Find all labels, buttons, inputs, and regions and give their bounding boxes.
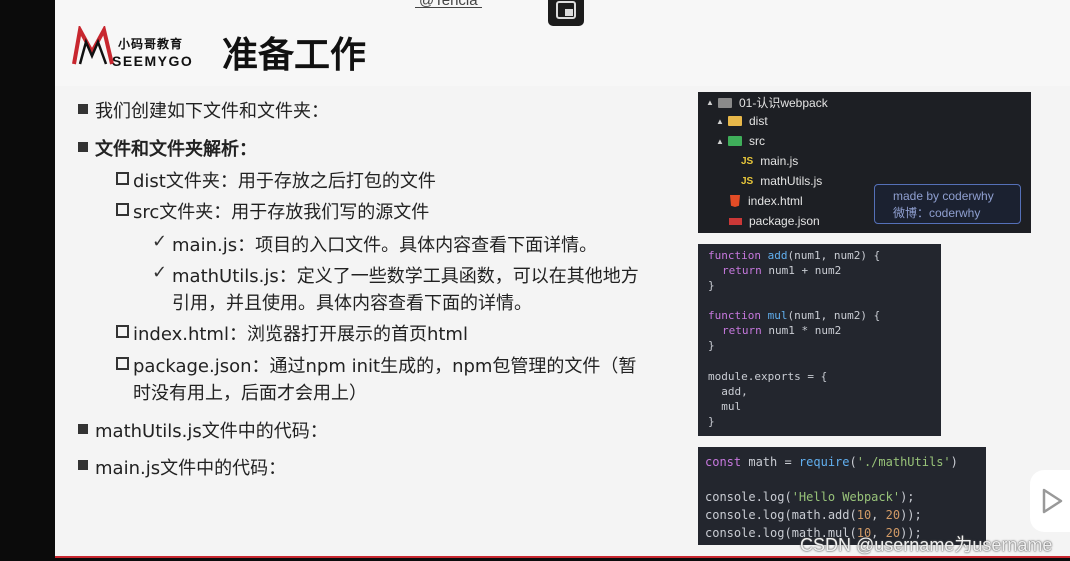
expand-triangle-icon: ▲ [706, 98, 714, 107]
code-token: (num1, num2) { [787, 249, 881, 262]
square-bullet [78, 424, 88, 434]
square-bullet [78, 460, 88, 470]
square-bullet [78, 104, 88, 114]
code-token: 10 [856, 508, 872, 522]
hollow-bullet [116, 172, 129, 185]
logo-top-text: 小码哥教育 [118, 37, 184, 51]
video-top-title: @Tencia [415, 0, 482, 9]
code-token: function [708, 249, 761, 262]
folder-icon [728, 136, 742, 146]
text-line: main.js文件中的代码： [95, 458, 287, 479]
play-icon [1042, 488, 1063, 514]
text-line: index.html：浏览器打开展示的首页html [133, 324, 468, 345]
code-token: return [722, 264, 762, 277]
tree-item-root[interactable]: ▲ 01-认识webpack [706, 94, 828, 111]
code-token: } [708, 339, 715, 352]
tree-item-src[interactable]: ▲ src [716, 134, 765, 148]
file-tree-panel: ▲ 01-认识webpack ▲ dist ▲ src JS main.js J… [698, 92, 1031, 233]
code-token: const [705, 455, 742, 469]
logo-bottom-text: SEEMYGO [112, 53, 194, 69]
code-token: module.exports = { [708, 370, 828, 383]
html5-icon [730, 195, 740, 207]
hollow-bullet [116, 325, 129, 338]
hollow-bullet [116, 357, 129, 370]
text-line: 时没有用上，后面才会用上） [133, 383, 367, 404]
code-token: function [708, 309, 761, 322]
code-token: './mathUtils' [856, 455, 951, 469]
tree-label: mathUtils.js [760, 174, 823, 188]
text-line: src文件夹：用于存放我们写的源文件 [133, 202, 430, 223]
code-token: mul [767, 309, 788, 322]
code-token: add, [708, 385, 748, 398]
logo-mark-icon [72, 26, 114, 65]
code-token: return [722, 324, 762, 337]
text-line: 我们创建如下文件和文件夹： [95, 101, 329, 122]
author-watermark: made by coderwhy 微博：coderwhy [874, 184, 1021, 224]
code-token: , [871, 508, 886, 522]
check-icon: ✓ [152, 262, 168, 283]
tree-item-dist[interactable]: ▲ dist [716, 114, 768, 128]
text-line: mathUtils.js：定义了一些数学工具函数，可以在其他地方 [172, 266, 639, 287]
text-line: dist文件夹：用于存放之后打包的文件 [133, 171, 436, 192]
tree-item-index-html[interactable]: index.html [730, 194, 803, 208]
tree-item-mathutils-js[interactable]: JS mathUtils.js [741, 174, 822, 188]
code-token: add [767, 249, 788, 262]
text-line: 引用，并且使用。具体内容查看下面的详情。 [172, 293, 532, 314]
code-token: ) [950, 455, 958, 469]
npm-icon [729, 217, 742, 225]
code-token: (num1, num2) { [787, 309, 881, 322]
text-line: mathUtils.js文件中的代码： [95, 421, 328, 442]
tree-label: dist [749, 114, 768, 128]
code-token: 'Hello Webpack' [791, 490, 901, 504]
tree-item-package-json[interactable]: package.json [729, 214, 820, 228]
code-token: } [708, 279, 715, 292]
text-line: package.json：通过npm init生成的，npm包管理的文件（暂 [133, 356, 637, 377]
picture-in-picture-icon [556, 1, 576, 19]
picture-in-picture-button[interactable] [548, 0, 584, 26]
folder-icon [728, 116, 742, 126]
code-token: 20 [885, 508, 901, 522]
watermark-line: 微博：coderwhy [893, 206, 981, 220]
text-line: main.js：项目的入口文件。具体内容查看下面详情。 [172, 235, 598, 256]
code-token: console.log( [705, 490, 792, 504]
js-file-icon: JS [741, 175, 754, 187]
expand-triangle-icon: ▲ [716, 116, 724, 126]
folder-icon [718, 97, 732, 108]
tree-item-main-js[interactable]: JS main.js [741, 154, 798, 168]
code-token: require [798, 455, 850, 469]
code-token: num1 + num2 [761, 264, 842, 277]
tree-label: 01-认识webpack [739, 96, 828, 110]
square-bullet [78, 142, 88, 152]
page-title: 准备工作 [222, 35, 367, 76]
tree-label: package.json [749, 214, 820, 228]
code-token: mul [708, 400, 742, 413]
text-line-heading: 文件和文件夹解析： [95, 139, 257, 160]
tree-label: index.html [748, 194, 803, 208]
code-token: ); [900, 490, 915, 504]
hollow-bullet [116, 203, 129, 216]
tree-label: src [749, 134, 765, 148]
expand-triangle-icon: ▲ [716, 136, 724, 146]
csdn-watermark: CSDN @username为username [800, 535, 1053, 555]
code-block-mathutils: function add(num1, num2) { return num1 +… [698, 244, 941, 436]
watermark-line: made by coderwhy [893, 189, 994, 203]
tree-label: main.js [760, 154, 799, 168]
play-button[interactable] [1030, 470, 1070, 532]
check-icon: ✓ [152, 231, 168, 252]
code-token: )); [900, 508, 922, 522]
js-file-icon: JS [741, 155, 754, 167]
code-token: } [708, 415, 715, 428]
code-token: num1 * num2 [761, 324, 842, 337]
code-token: ( [849, 455, 857, 469]
code-token: math = [741, 455, 799, 469]
seemygo-logo: 小码哥教育 SEEMYGO [72, 26, 207, 69]
code-token: console.log(math.add( [705, 508, 857, 522]
